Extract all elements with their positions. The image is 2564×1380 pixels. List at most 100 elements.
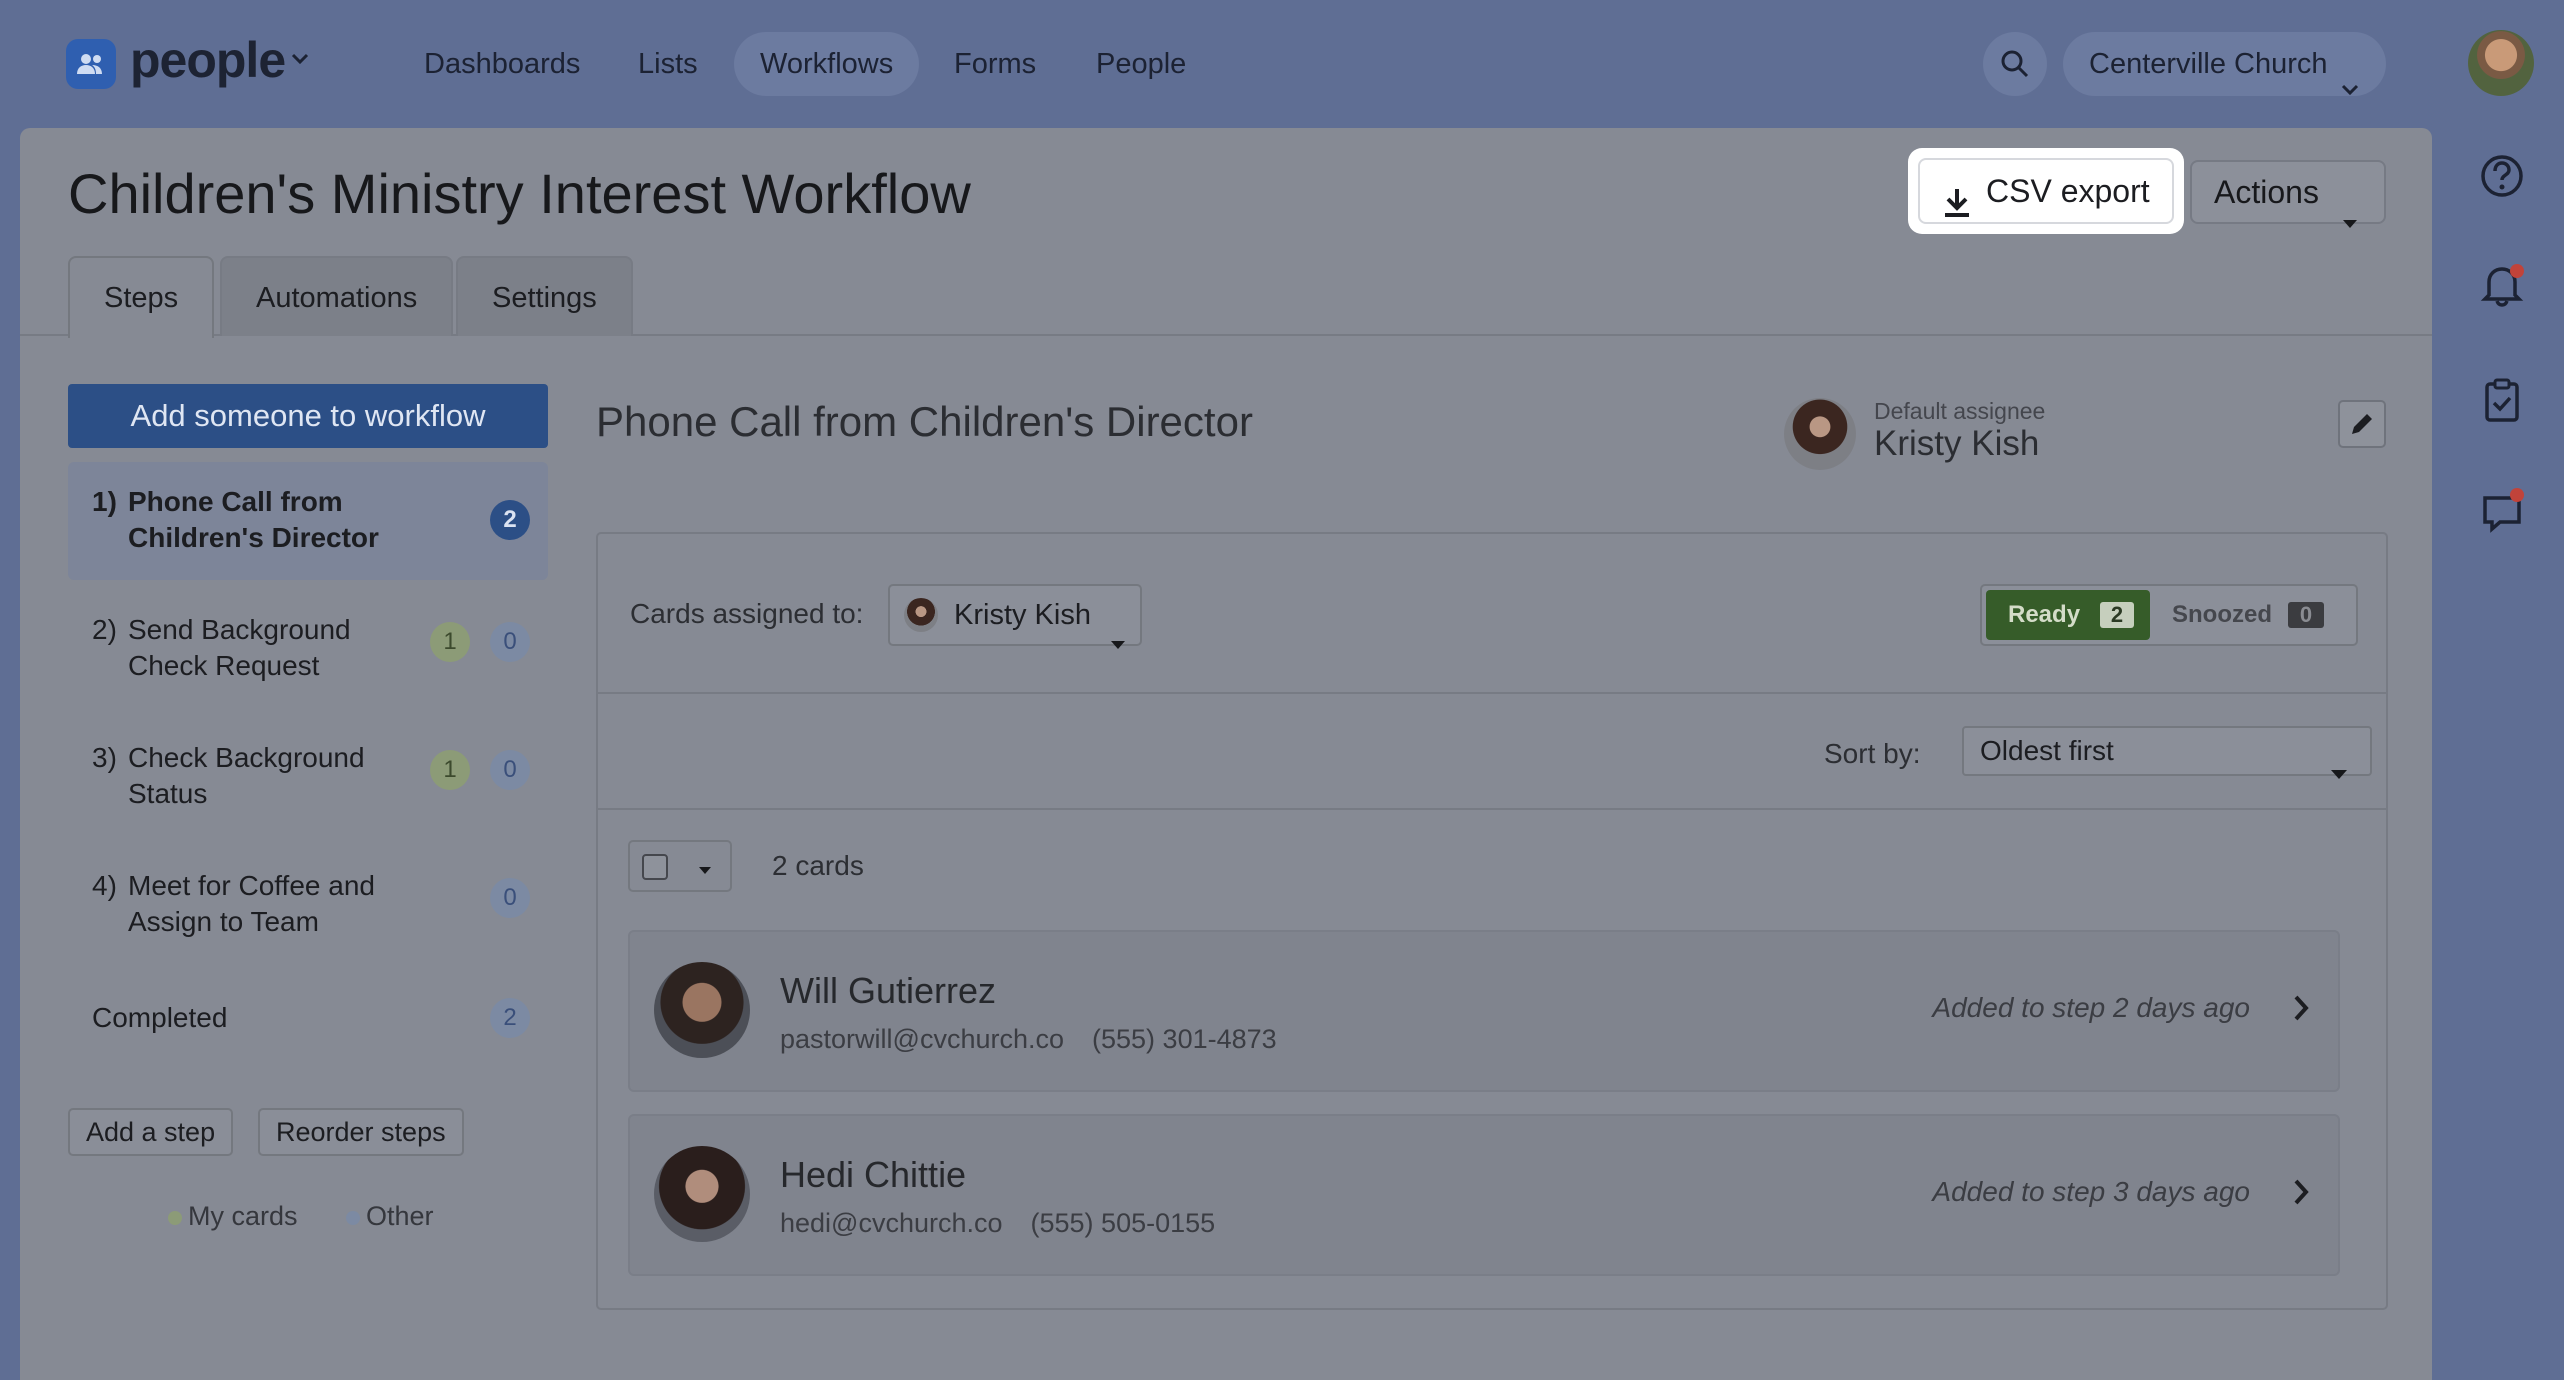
- add-someone-to-workflow-button[interactable]: Add someone to workflow: [68, 384, 548, 448]
- user-avatar[interactable]: [2468, 30, 2534, 96]
- completed-label: Completed: [92, 1002, 228, 1033]
- notification-dot: [2510, 488, 2524, 502]
- organization-switcher[interactable]: Centerville Church: [2063, 32, 2386, 96]
- sort-value: Oldest first: [1980, 735, 2114, 766]
- person-email: pastorwill@cvchurch.co: [780, 1024, 1065, 1054]
- chevron-right-icon[interactable]: [2292, 994, 2310, 1027]
- ready-label: Ready: [2008, 601, 2081, 628]
- added-to-step-time: Added to step 3 days ago: [1932, 1176, 2250, 1207]
- sidebar-step-3[interactable]: 3) Check Background Status 1 0: [68, 718, 548, 828]
- brand-name[interactable]: people: [130, 30, 286, 90]
- messages-chat-icon[interactable]: [2476, 486, 2528, 538]
- person-photo: [654, 1146, 750, 1242]
- person-name: Will Gutierrez: [780, 970, 997, 1011]
- step-count-badge: 2: [490, 500, 530, 540]
- nav-dashboards[interactable]: Dashboards: [398, 32, 606, 96]
- legend-dot-blue: [346, 1210, 360, 1225]
- snoozed-count: 0: [2288, 602, 2324, 628]
- legend-dot-green: [168, 1210, 182, 1225]
- step-title: Phone Call from Children's Director: [596, 398, 1253, 445]
- person-contact: hedi@cvchurch.co (555) 505-0155: [780, 1208, 1215, 1239]
- nav-people[interactable]: People: [1070, 32, 1212, 96]
- person-card[interactable]: Will Gutierrez pastorwill@cvchurch.co (55…: [628, 930, 2340, 1092]
- actions-label: Actions: [2214, 174, 2319, 210]
- legend-my-cards-label: My cards: [188, 1201, 298, 1231]
- person-card[interactable]: Hedi Chittie hedi@cvchurch.co (555) 505-0…: [628, 1114, 2340, 1276]
- caret-down-icon: [1110, 612, 1126, 670]
- step-number: 1): [92, 486, 117, 517]
- legend-other-label: Other: [366, 1201, 434, 1231]
- ready-toggle-button[interactable]: Ready 2: [1986, 590, 2150, 640]
- assignee-mini-avatar: [904, 598, 938, 632]
- chevron-right-icon[interactable]: [2292, 1178, 2310, 1211]
- actions-dropdown-button[interactable]: Actions: [2190, 160, 2386, 228]
- person-phone: (555) 505-0155: [1030, 1208, 1216, 1238]
- sidebar-step-completed[interactable]: Completed 2: [68, 976, 548, 1060]
- step-number: 4): [92, 870, 117, 901]
- person-phone: (555) 301-4873: [1092, 1024, 1277, 1054]
- top-navigation: people Dashboards Lists Workflows Forms …: [0, 0, 2564, 128]
- completed-count-badge: 2: [490, 998, 530, 1038]
- notifications-bell-icon[interactable]: [2476, 258, 2528, 310]
- other-cards-badge: 0: [490, 750, 530, 790]
- my-cards-badge: 1: [430, 622, 470, 662]
- card-count: 2 cards: [772, 850, 864, 881]
- organization-name: Centerville Church: [2089, 48, 2328, 80]
- step-label: Phone Call from Children's Director: [128, 486, 379, 553]
- ready-count: 2: [2100, 602, 2134, 628]
- step-label: Send Background Check Request: [128, 614, 351, 681]
- default-assignee-name: Kristy Kish: [1874, 424, 2040, 463]
- cards-assigned-value: Kristy Kish: [954, 599, 1091, 631]
- reorder-steps-button[interactable]: Reorder steps: [258, 1108, 464, 1156]
- tab-steps[interactable]: Steps: [68, 256, 215, 338]
- snoozed-toggle-button[interactable]: Snoozed 0: [2172, 590, 2324, 640]
- page-title: Children's Ministry Interest Workflow: [68, 162, 971, 225]
- sidebar-step-4[interactable]: 4) Meet for Coffee and Assign to Team 0: [68, 846, 548, 956]
- add-step-button[interactable]: Add a step: [68, 1108, 234, 1156]
- sort-label: Sort by:: [1824, 738, 1921, 769]
- help-icon[interactable]: [2476, 150, 2528, 202]
- other-cards-badge: 0: [490, 622, 530, 662]
- snoozed-label: Snoozed: [2172, 601, 2272, 628]
- cards-container: Cards assigned to: Kristy Kish Ready 2 S…: [596, 532, 2388, 1310]
- sort-row: Sort by: Oldest first: [598, 696, 2386, 810]
- sidebar-step-2[interactable]: 2) Send Background Check Request 1 0: [68, 590, 548, 700]
- tab-settings[interactable]: Settings: [456, 256, 633, 336]
- sort-select[interactable]: Oldest first: [1962, 726, 2372, 779]
- select-all-checkbox[interactable]: [642, 854, 668, 880]
- ready-snoozed-toggle: Ready 2 Snoozed 0: [1980, 584, 2358, 646]
- edit-step-button[interactable]: [2338, 400, 2386, 448]
- step-label: Check Background Status: [128, 742, 365, 809]
- step-label: Meet for Coffee and Assign to Team: [128, 870, 375, 937]
- person-name: Hedi Chittie: [780, 1154, 967, 1195]
- person-photo: [654, 962, 750, 1058]
- download-icon: [1942, 176, 1972, 238]
- select-all-dropdown[interactable]: [628, 840, 732, 892]
- people-logo-icon[interactable]: [66, 39, 116, 89]
- csv-export-button[interactable]: CSV export: [1918, 158, 2174, 224]
- default-assignee-label: Default assignee: [1874, 398, 2046, 424]
- default-assignee-avatar: [1784, 398, 1856, 470]
- tasks-clipboard-icon[interactable]: [2476, 374, 2528, 426]
- caret-down-icon: [2330, 748, 2348, 794]
- pencil-icon: [2352, 414, 2372, 434]
- nav-forms[interactable]: Forms: [928, 32, 1062, 96]
- cards-assigned-select[interactable]: Kristy Kish: [888, 584, 1142, 649]
- tab-automations[interactable]: Automations: [220, 256, 454, 336]
- notification-dot: [2510, 264, 2524, 278]
- added-to-step-time: Added to step 2 days ago: [1932, 992, 2250, 1023]
- step-number: 2): [92, 614, 117, 645]
- my-cards-badge: 1: [430, 750, 470, 790]
- nav-lists[interactable]: Lists: [612, 32, 724, 96]
- filter-row: Cards assigned to: Kristy Kish Ready 2 S…: [598, 534, 2386, 694]
- legend-my-cards: My cards: [168, 1198, 298, 1234]
- legend-other: Other: [346, 1198, 434, 1234]
- csv-export-label: CSV export: [1986, 173, 2150, 209]
- search-button[interactable]: [1983, 32, 2047, 96]
- chevron-down-icon: [2340, 56, 2360, 120]
- sidebar-step-1[interactable]: 1) Phone Call from Children's Director 2: [68, 462, 548, 580]
- other-cards-badge: 0: [490, 878, 530, 918]
- cards-assigned-label: Cards assigned to:: [630, 598, 864, 629]
- nav-workflows[interactable]: Workflows: [734, 32, 920, 96]
- chevron-down-icon[interactable]: [290, 52, 310, 71]
